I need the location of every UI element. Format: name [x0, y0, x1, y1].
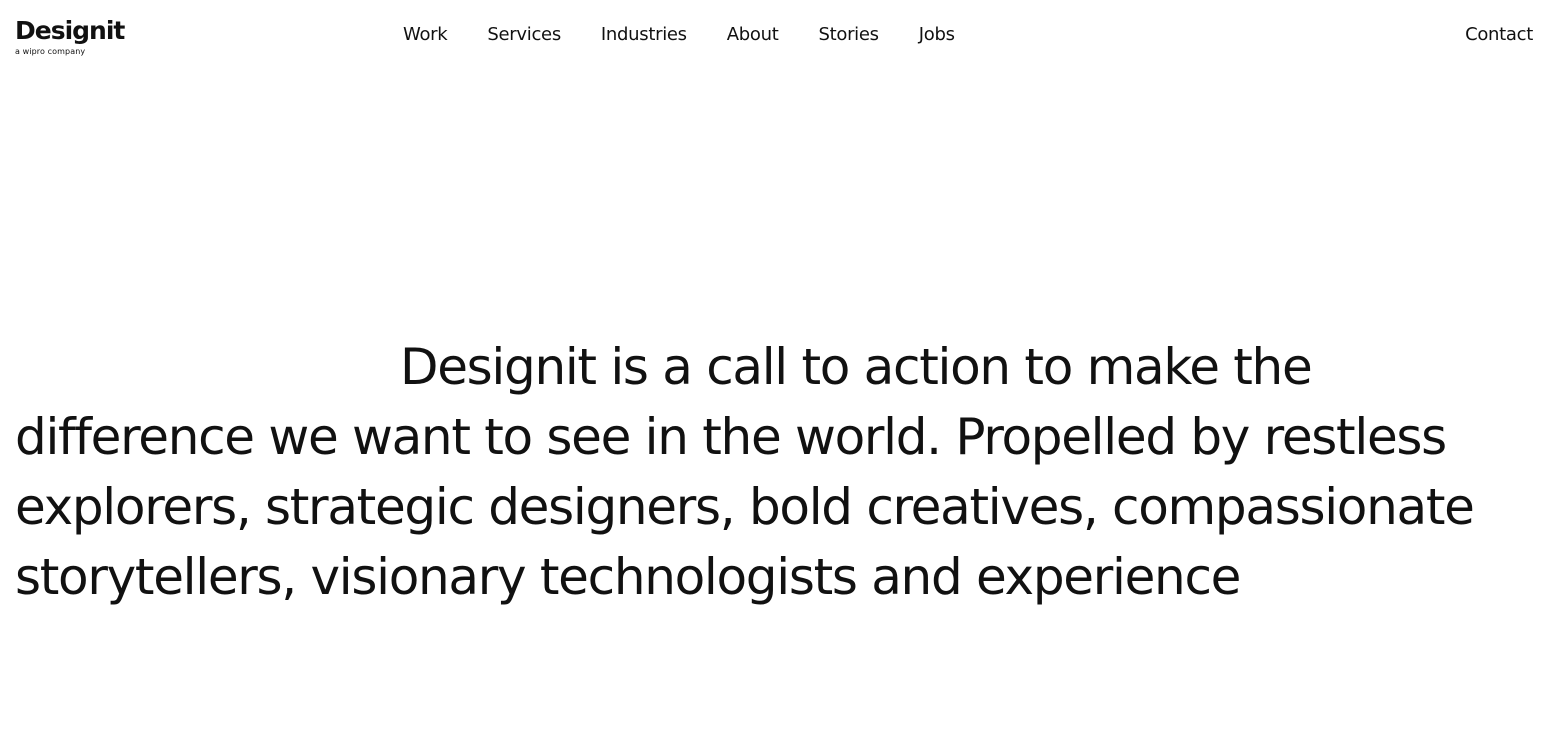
- contact-link[interactable]: Contact: [1465, 24, 1533, 46]
- nav-item-about[interactable]: About: [727, 24, 779, 46]
- nav-item-industries[interactable]: Industries: [601, 24, 687, 46]
- nav-item-stories[interactable]: Stories: [818, 24, 879, 46]
- site-header: Designit a wipro company Work Services I…: [0, 0, 1549, 80]
- main-nav: Work Services Industries About Stories J…: [403, 24, 955, 46]
- nav-item-jobs[interactable]: Jobs: [919, 24, 955, 46]
- nav-item-work[interactable]: Work: [403, 24, 448, 46]
- designit-logo[interactable]: Designit a wipro company: [15, 16, 125, 57]
- logo-wordmark: Designit: [15, 16, 125, 45]
- nav-item-services[interactable]: Services: [487, 24, 561, 46]
- hero-statement: Designit is a call to action to make the…: [15, 338, 1475, 606]
- logo-tagline: a wipro company: [15, 47, 86, 56]
